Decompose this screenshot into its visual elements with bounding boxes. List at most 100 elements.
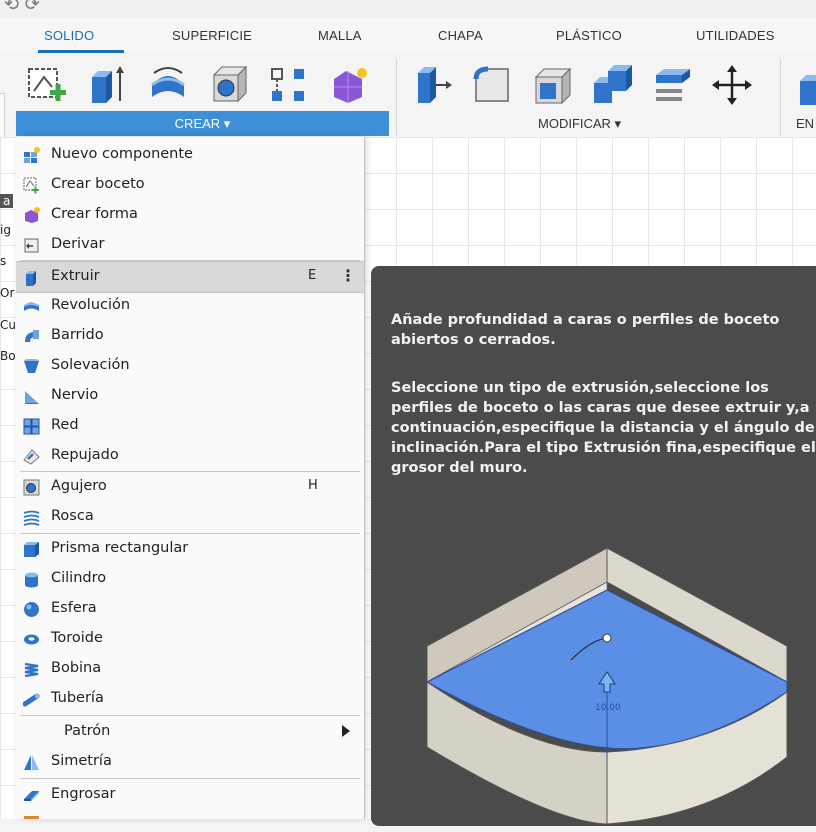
toolbar-tabs: SOLIDO SUPERFICIE MALLA CHAPA PLÁSTICO U… [0, 18, 816, 52]
menu-item-label: Bobina [51, 660, 102, 676]
crear-menu-button[interactable]: CREAR ▾ [16, 111, 389, 136]
tab-solido[interactable]: SOLIDO [44, 28, 94, 43]
pipe-icon [23, 693, 40, 707]
menu-item-revolucion[interactable]: Revolución [16, 291, 364, 321]
hole-icon[interactable] [206, 63, 250, 107]
menu-item-bobina[interactable]: Bobina [16, 654, 364, 684]
new-component-icon [24, 147, 40, 163]
tab-chapa[interactable]: CHAPA [438, 28, 483, 43]
menu-item-label: Repujado [51, 447, 119, 463]
menu-item-patron[interactable]: Patrón [16, 717, 364, 747]
mirror-icon [24, 755, 39, 770]
menu-item-label: Agujero [51, 478, 107, 494]
menu-item-label: Prisma rectangular [51, 540, 189, 556]
extrude-icon[interactable] [86, 63, 130, 107]
submenu-arrow-icon [342, 725, 350, 737]
menu-item-label: Patrón [64, 723, 111, 739]
menu-item-rosca[interactable]: Rosca [16, 502, 364, 532]
web-icon [23, 418, 40, 435]
menu-item-extruir[interactable]: Extruir E ⋮ [16, 261, 364, 293]
torus-icon [24, 634, 39, 645]
menu-item-crear-boceto[interactable]: Crear boceto [16, 170, 364, 200]
pattern-icon[interactable] [266, 63, 310, 107]
shell-icon[interactable] [530, 63, 574, 107]
tab-malla[interactable]: MALLA [318, 28, 362, 43]
menu-item-nervio[interactable]: Nervio [16, 381, 364, 411]
crear-dropdown-menu: Nuevo componente Crear boceto Crear form… [16, 137, 365, 819]
sphere-icon [24, 602, 39, 617]
menu-item-label: Simetría [51, 753, 112, 769]
menu-item-label: Nervio [51, 387, 99, 403]
partial-tool-icon[interactable] [796, 63, 816, 107]
menu-item-repujado[interactable]: Repujado [16, 441, 364, 471]
tab-superficie[interactable]: SUPERFICIE [172, 28, 252, 43]
menu-item-partial[interactable] [16, 810, 364, 819]
align-icon[interactable] [650, 63, 694, 107]
coil-icon [24, 662, 39, 678]
menu-item-cilindro[interactable]: Cilindro [16, 564, 364, 594]
menu-item-label: Derivar [51, 236, 105, 252]
tooltip-description: Añade profundidad a caras o perfiles de … [391, 312, 780, 348]
menu-separator [20, 715, 360, 716]
menu-item-barrido[interactable]: Barrido [16, 321, 364, 351]
revolve-icon [23, 302, 40, 311]
menu-item-prisma-rectangular[interactable]: Prisma rectangular [16, 534, 364, 564]
create-form-icon[interactable] [326, 63, 370, 107]
thicken-icon [24, 791, 39, 801]
more-options-icon[interactable]: ⋮ [340, 266, 356, 285]
modificar-menu-button[interactable]: MODIFICAR ▾ [538, 116, 621, 132]
press-pull-icon[interactable] [410, 63, 454, 107]
menu-item-label: Crear forma [51, 206, 138, 222]
browser-item[interactable]: a [0, 194, 14, 208]
move-icon[interactable] [710, 63, 754, 107]
browser-item[interactable]: Or [0, 286, 14, 300]
create-sketch-icon [23, 177, 39, 194]
tab-plastico[interactable]: PLÁSTICO [556, 28, 622, 43]
menu-separator [20, 778, 360, 779]
extrude-icon [26, 271, 36, 286]
menu-item-esfera[interactable]: Esfera [16, 594, 364, 624]
menu-item-crear-forma[interactable]: Crear forma [16, 200, 364, 230]
menu-item-label: Nuevo componente [51, 146, 193, 162]
menu-item-label: Cilindro [51, 570, 107, 586]
menu-item-tuberia[interactable]: Tubería [16, 684, 364, 714]
tooltip-instructions: Seleccione un tipo de extrusión,seleccio… [391, 380, 816, 476]
menu-item-label: Crear boceto [51, 176, 145, 192]
box-icon [24, 542, 39, 557]
derive-icon [24, 238, 39, 253]
revolve-icon[interactable] [146, 63, 190, 107]
extrude-illustration: 10.00 [425, 547, 788, 825]
menu-item-solevacion[interactable]: Solevación [16, 351, 364, 381]
create-form-icon [25, 207, 40, 223]
emboss-icon [23, 449, 40, 465]
menu-item-label: Red [51, 417, 79, 433]
rib-icon [25, 391, 38, 404]
tab-utilidades[interactable]: UTILIDADES [696, 28, 775, 43]
toolbar-separator [780, 59, 781, 135]
menu-item-simetria[interactable]: Simetría [16, 747, 364, 777]
menu-item-red[interactable]: Red [16, 411, 364, 441]
sweep-icon [25, 330, 39, 342]
menu-item-engrosar[interactable]: Engrosar [16, 780, 364, 810]
menu-item-label: Extruir [51, 268, 100, 284]
browser-item[interactable]: ig [0, 223, 11, 237]
fillet-icon[interactable] [470, 63, 514, 107]
menu-item-label: Tubería [51, 690, 104, 706]
combine-icon[interactable] [590, 63, 634, 107]
cylinder-icon [25, 572, 38, 588]
menu-item-label: Esfera [51, 600, 97, 616]
menu-item-agujero[interactable]: Agujero H [16, 472, 364, 502]
menu-item-label: Revolución [51, 297, 131, 313]
menu-item-toroide[interactable]: Toroide [16, 624, 364, 654]
menu-item-label: Barrido [51, 327, 104, 343]
browser-item[interactable]: Bo [0, 349, 16, 363]
next-group-label[interactable]: EN [796, 116, 814, 131]
menu-item-derivar[interactable]: Derivar [16, 230, 364, 260]
menu-item-label: Rosca [51, 508, 94, 524]
browser-item[interactable]: Cu [0, 318, 16, 332]
create-sketch-icon[interactable] [26, 63, 70, 107]
illustration-dimension-label: 10.00 [595, 703, 621, 713]
undo-redo-icon[interactable]: ⟲ ⟳ [4, 0, 40, 15]
browser-item[interactable]: s [0, 254, 6, 268]
menu-item-nuevo-componente[interactable]: Nuevo componente [16, 140, 364, 170]
